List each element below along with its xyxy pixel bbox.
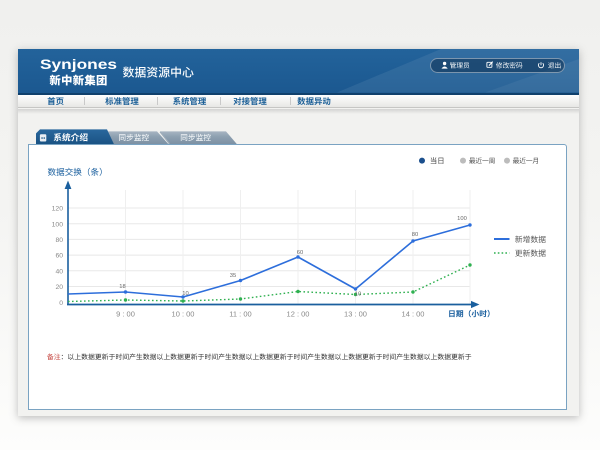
svg-text:13 : 00: 13 : 00: [344, 310, 367, 319]
svg-text:18: 18: [119, 284, 125, 290]
svg-text:100: 100: [457, 216, 467, 222]
svg-text:11 : 00: 11 : 00: [229, 310, 251, 319]
svg-text:0: 0: [59, 300, 63, 307]
svg-text:12 : 00: 12 : 00: [287, 310, 310, 319]
svg-text:9 : 00: 9 : 00: [116, 310, 135, 319]
svg-text:80: 80: [412, 232, 418, 238]
svg-text:10: 10: [182, 291, 188, 297]
svg-text:60: 60: [297, 250, 303, 256]
svg-text:80: 80: [55, 237, 63, 244]
svg-text:120: 120: [52, 206, 64, 213]
svg-text:100: 100: [52, 221, 64, 228]
svg-text:40: 40: [55, 268, 63, 275]
svg-text:60: 60: [55, 253, 63, 260]
svg-text:10 : 00: 10 : 00: [172, 310, 195, 319]
svg-text:10: 10: [355, 292, 361, 298]
svg-text:20: 20: [55, 284, 63, 291]
svg-text:Synjones: Synjones: [40, 56, 117, 72]
svg-text:14 : 00: 14 : 00: [402, 310, 425, 319]
svg-text:35: 35: [230, 273, 236, 279]
